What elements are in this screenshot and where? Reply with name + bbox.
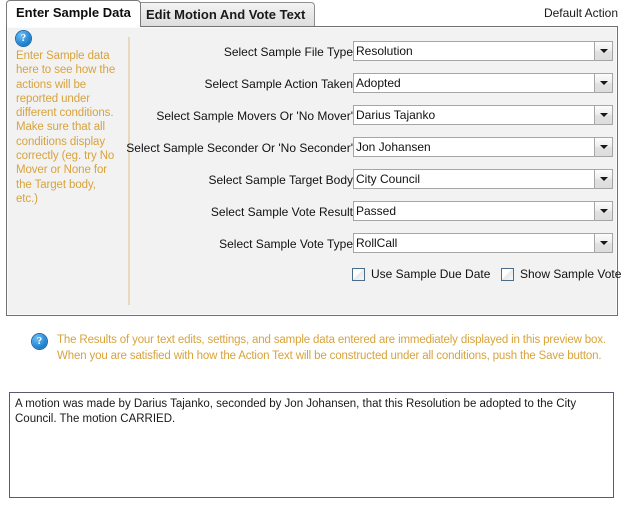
form-row-vote-type: Select Sample Vote Type RollCall xyxy=(137,233,613,265)
form-row-seconder: Select Sample Seconder Or 'No Seconder' … xyxy=(126,137,613,169)
label-file-type: Select Sample File Type xyxy=(223,45,353,59)
chevron-down-icon[interactable] xyxy=(594,234,612,252)
preview-help-block: ? The Results of your text edits, settin… xyxy=(32,333,610,364)
label-vote-result: Select Sample Vote Result xyxy=(210,205,353,219)
form-row-target-body: Select Sample Target Body City Council xyxy=(137,169,613,201)
form-row-vote-result: Select Sample Vote Result Passed xyxy=(137,201,613,233)
use-sample-due-date-group[interactable]: Use Sample Due Date xyxy=(352,267,490,281)
help-question-icon: ? xyxy=(16,31,31,46)
select-sample-action-taken[interactable]: Adopted xyxy=(353,73,613,93)
select-sample-target-body[interactable]: City Council xyxy=(353,169,613,189)
use-sample-due-date-checkbox[interactable] xyxy=(352,267,365,281)
label-vote-type: Select Sample Vote Type xyxy=(219,237,353,251)
select-sample-movers-value: Darius Tajanko xyxy=(356,108,436,122)
tab-strip: Enter Sample Data Edit Motion And Vote T… xyxy=(0,0,624,27)
select-sample-movers[interactable]: Darius Tajanko xyxy=(353,105,613,125)
help-question-icon: ? xyxy=(32,334,47,349)
select-sample-target-body-value: City Council xyxy=(356,172,421,186)
select-sample-vote-result[interactable]: Passed xyxy=(353,201,613,221)
action-text-preview-box[interactable]: A motion was made by Darius Tajanko, sec… xyxy=(9,392,614,498)
chevron-down-icon[interactable] xyxy=(594,202,612,220)
default-action-label: Default Action xyxy=(543,6,618,20)
select-sample-action-taken-value: Adopted xyxy=(356,76,401,90)
select-sample-vote-type-value: RollCall xyxy=(356,236,398,250)
chevron-down-icon[interactable] xyxy=(594,106,612,124)
select-sample-file-type[interactable]: Resolution xyxy=(353,41,613,61)
form-row-movers: Select Sample Movers Or 'No Mover' Dariu… xyxy=(137,105,613,137)
label-movers: Select Sample Movers Or 'No Mover' xyxy=(156,109,353,123)
select-sample-seconder-value: Jon Johansen xyxy=(356,140,431,154)
chevron-down-icon[interactable] xyxy=(594,138,612,156)
sample-data-form: Select Sample File Type Resolution Selec… xyxy=(126,41,613,265)
label-target-body: Select Sample Target Body xyxy=(208,173,353,187)
tab-enter-sample-data[interactable]: Enter Sample Data xyxy=(6,0,141,27)
sample-data-panel: ? Enter Sample data here to see how the … xyxy=(6,26,621,316)
preview-help-text: The Results of your text edits, settings… xyxy=(57,334,606,362)
show-sample-vote-label: Show Sample Vote xyxy=(520,267,622,281)
select-sample-file-type-value: Resolution xyxy=(356,44,413,58)
form-row-action-taken: Select Sample Action Taken Adopted xyxy=(137,73,613,105)
chevron-down-icon[interactable] xyxy=(594,42,612,60)
checkbox-row: Use Sample Due Date Show Sample Vote xyxy=(137,267,621,289)
form-row-file-type: Select Sample File Type Resolution xyxy=(137,41,613,73)
select-sample-vote-result-value: Passed xyxy=(356,204,397,218)
tab-edit-motion-and-vote-text[interactable]: Edit Motion And Vote Text xyxy=(136,2,316,26)
label-seconder: Select Sample Seconder Or 'No Seconder' xyxy=(126,141,353,155)
select-sample-seconder[interactable]: Jon Johansen xyxy=(353,137,613,157)
chevron-down-icon[interactable] xyxy=(594,170,612,188)
select-sample-vote-type[interactable]: RollCall xyxy=(353,233,613,253)
label-action-taken: Select Sample Action Taken xyxy=(204,77,353,91)
show-sample-vote-checkbox[interactable] xyxy=(501,267,514,281)
show-sample-vote-group[interactable]: Show Sample Vote xyxy=(501,267,621,281)
use-sample-due-date-label: Use Sample Due Date xyxy=(371,267,491,281)
chevron-down-icon[interactable] xyxy=(594,74,612,92)
